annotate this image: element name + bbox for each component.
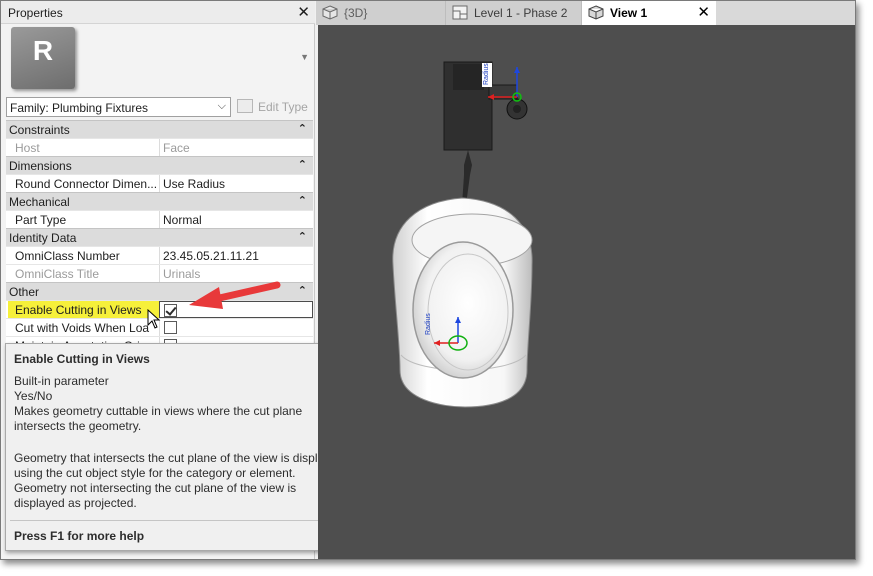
- tab-label: Level 1 - Phase 2: [474, 6, 568, 20]
- property-name: OmniClass Number: [15, 249, 120, 263]
- cube-icon: [588, 5, 604, 23]
- property-value: Face: [159, 139, 313, 156]
- collapse-icon[interactable]: ⌃: [298, 194, 307, 207]
- tooltip-body: Built-in parameter Yes/No Makes geometry…: [14, 374, 349, 528]
- family-type-icon-letter: R: [32, 35, 54, 66]
- property-name: Enable Cutting in Views: [8, 301, 159, 318]
- chevron-down-icon[interactable]: ▼: [300, 52, 309, 62]
- tooltip-help: Press F1 for more help: [14, 529, 145, 543]
- category-label: Other: [9, 285, 40, 299]
- view-tab-bar: {3D} Level 1 - Phase 2 View 1 ✕: [316, 1, 855, 25]
- edit-type-icon: [237, 99, 253, 113]
- collapse-icon[interactable]: ⌃: [298, 284, 307, 297]
- property-row-host[interactable]: Host Face: [6, 138, 313, 156]
- urinal-body: [392, 197, 533, 408]
- properties-title: Properties: [8, 6, 63, 20]
- radius-label-bottom: Radius: [425, 313, 432, 335]
- property-value[interactable]: Use Radius: [159, 175, 313, 192]
- model-viewport[interactable]: Radius Radius: [318, 25, 855, 559]
- tab-level-1-phase-2[interactable]: Level 1 - Phase 2: [446, 1, 582, 25]
- revit-window: Properties ✕ R ▼ Family: Plumbing Fixtur…: [0, 0, 856, 560]
- property-name: Part Type: [15, 213, 67, 227]
- close-icon[interactable]: ✕: [697, 3, 710, 21]
- collapse-icon[interactable]: ⌃: [298, 158, 307, 171]
- category-mechanical[interactable]: Mechanical ⌃: [6, 192, 313, 210]
- type-selector[interactable]: R ▼: [1, 24, 315, 94]
- category-dimensions[interactable]: Dimensions ⌃: [6, 156, 313, 174]
- cut-with-voids-checkbox[interactable]: [164, 321, 177, 334]
- property-row-part-type[interactable]: Part Type Normal: [6, 210, 313, 228]
- property-row-round-connector[interactable]: Round Connector Dimen... Use Radius: [6, 174, 313, 192]
- close-icon[interactable]: ✕: [297, 3, 310, 21]
- tooltip-line: Yes/No: [14, 389, 53, 403]
- category-label: Dimensions: [9, 159, 72, 173]
- radius-label-top: Radius: [483, 63, 490, 85]
- tab-view-1[interactable]: View 1 ✕: [582, 1, 716, 25]
- property-row-omniclass-number[interactable]: OmniClass Number 23.45.05.21.11.21: [6, 246, 313, 264]
- family-dropdown-value: Family: Plumbing Fixtures: [10, 101, 149, 115]
- collapse-icon[interactable]: ⌃: [298, 230, 307, 243]
- property-name: Cut with Voids When Loa: [15, 321, 150, 335]
- chevron-down-icon: ⌵: [217, 100, 226, 112]
- tab-3d[interactable]: {3D}: [316, 1, 446, 25]
- category-label: Constraints: [9, 123, 70, 137]
- tooltip-detail: Geometry that intersects the cut plane o…: [14, 451, 344, 510]
- category-label: Identity Data: [9, 231, 77, 245]
- edit-type-button[interactable]: Edit Type: [235, 97, 311, 117]
- cube-icon: [322, 5, 338, 23]
- tooltip-description: Makes geometry cuttable in views where t…: [14, 404, 303, 433]
- property-name: OmniClass Title: [15, 267, 100, 281]
- floor-plan-icon: [452, 5, 468, 23]
- urinal-model-drawing: Radius Radius: [392, 61, 533, 408]
- tab-label: View 1: [610, 6, 648, 20]
- mouse-cursor-icon: [147, 309, 161, 329]
- red-arrow-annotation: [189, 281, 281, 309]
- property-value[interactable]: 23.45.05.21.11.21: [159, 247, 313, 264]
- tooltip-divider: [10, 520, 349, 521]
- enable-cutting-checkbox[interactable]: [164, 304, 177, 317]
- category-label: Mechanical: [9, 195, 70, 209]
- tooltip-line: Built-in parameter: [14, 374, 109, 388]
- tab-label: {3D}: [344, 6, 368, 20]
- edit-type-label: Edit Type: [258, 100, 308, 114]
- property-value-cell: [159, 319, 313, 336]
- property-name: Host: [15, 141, 40, 155]
- properties-title-bar: Properties ✕: [1, 1, 315, 24]
- family-type-icon: R: [11, 27, 75, 89]
- tooltip-title: Enable Cutting in Views: [14, 352, 150, 366]
- parameter-tooltip: Enable Cutting in Views Built-in paramet…: [5, 343, 354, 551]
- category-constraints[interactable]: Constraints ⌃: [6, 120, 313, 138]
- category-identity-data[interactable]: Identity Data ⌃: [6, 228, 313, 246]
- family-dropdown[interactable]: Family: Plumbing Fixtures ⌵: [6, 97, 231, 117]
- property-name: Round Connector Dimen...: [15, 177, 158, 191]
- property-value[interactable]: Normal: [159, 211, 313, 228]
- collapse-icon[interactable]: ⌃: [298, 122, 307, 135]
